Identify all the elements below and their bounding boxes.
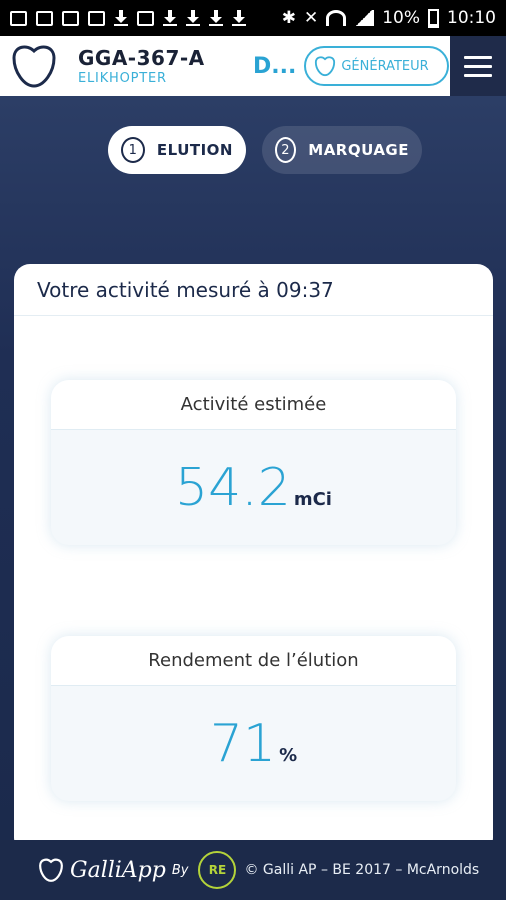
activity-card: Votre activité mesuré à 09:37 Activité e…: [14, 264, 493, 854]
generator-button-label: GÉNÉRATEUR: [341, 58, 429, 74]
panel-value-row: 54.2 mCi: [51, 430, 456, 545]
step-label: MARQUAGE: [308, 141, 409, 159]
step-label: ELUTION: [156, 141, 233, 159]
generator-icon: [315, 56, 336, 77]
notification-icons: [10, 10, 282, 26]
notification-icon: [10, 10, 27, 26]
app-header: GGA-367-A ELIKHOPTER D... GÉNÉRATEUR: [0, 36, 506, 96]
yield-unit: %: [279, 745, 298, 766]
partner-logo: RE: [198, 851, 237, 889]
estimated-activity-panel: Activité estimée 54.2 mCi: [51, 380, 456, 545]
footer: GalliApp By RE © Galli AP – BE 2017 – Mc…: [0, 840, 506, 900]
brand-name: GalliApp: [70, 857, 166, 883]
yield-value: 71: [209, 714, 277, 774]
download-icon: [163, 10, 177, 26]
wifi-icon: [326, 10, 347, 26]
panel-value-row: 71 %: [51, 686, 456, 801]
card-heading: Votre activité mesuré à 09:37: [14, 264, 493, 316]
elution-yield-panel: Rendement de l’élution 71 %: [51, 636, 456, 801]
system-status: ✱ ✕ 10% 10:10: [282, 8, 496, 28]
download-icon: [232, 10, 246, 26]
step-number: 2: [275, 137, 297, 163]
tab-elution[interactable]: 1 ELUTION: [108, 126, 246, 174]
signal-icon: [354, 10, 375, 26]
truncated-label[interactable]: D...: [253, 54, 296, 79]
generator-title: GGA-367-A: [78, 46, 205, 70]
activity-unit: mCi: [293, 489, 332, 510]
download-icon: [114, 10, 128, 26]
generator-subtitle: ELIKHOPTER: [78, 71, 167, 86]
mail-icon: [137, 10, 154, 26]
download-icon: [186, 10, 200, 26]
generator-button[interactable]: GÉNÉRATEUR: [304, 46, 450, 86]
mute-icon: ✕: [303, 8, 319, 28]
step-tabs: 1 ELUTION 2 MARQUAGE: [108, 126, 422, 174]
image-icon: [62, 10, 79, 26]
status-bar: ✱ ✕ 10% 10:10: [0, 0, 506, 36]
download-icon: [209, 10, 223, 26]
tab-marquage[interactable]: 2 MARQUAGE: [262, 126, 422, 174]
panel-label: Rendement de l’élution: [51, 636, 456, 686]
hamburger-icon: [464, 55, 492, 59]
galli-logo-icon: [12, 45, 56, 88]
panel-label: Activité estimée: [51, 380, 456, 430]
copyright-text: © Galli AP – BE 2017 – McArnolds: [244, 862, 480, 878]
activity-value: 54.2: [175, 458, 291, 518]
battery-icon: [428, 8, 439, 28]
bluetooth-icon: ✱: [281, 8, 296, 28]
battery-percent: 10%: [382, 8, 420, 28]
notification-icon: [36, 10, 53, 26]
by-label: By: [171, 862, 189, 878]
clock: 10:10: [447, 8, 496, 28]
main-content: 1 ELUTION 2 MARQUAGE Votre activité mesu…: [0, 96, 506, 854]
galli-logo-icon: [39, 858, 63, 882]
hamburger-menu-button[interactable]: [450, 36, 506, 96]
mail-icon: [88, 10, 105, 26]
step-number: 1: [121, 137, 145, 163]
